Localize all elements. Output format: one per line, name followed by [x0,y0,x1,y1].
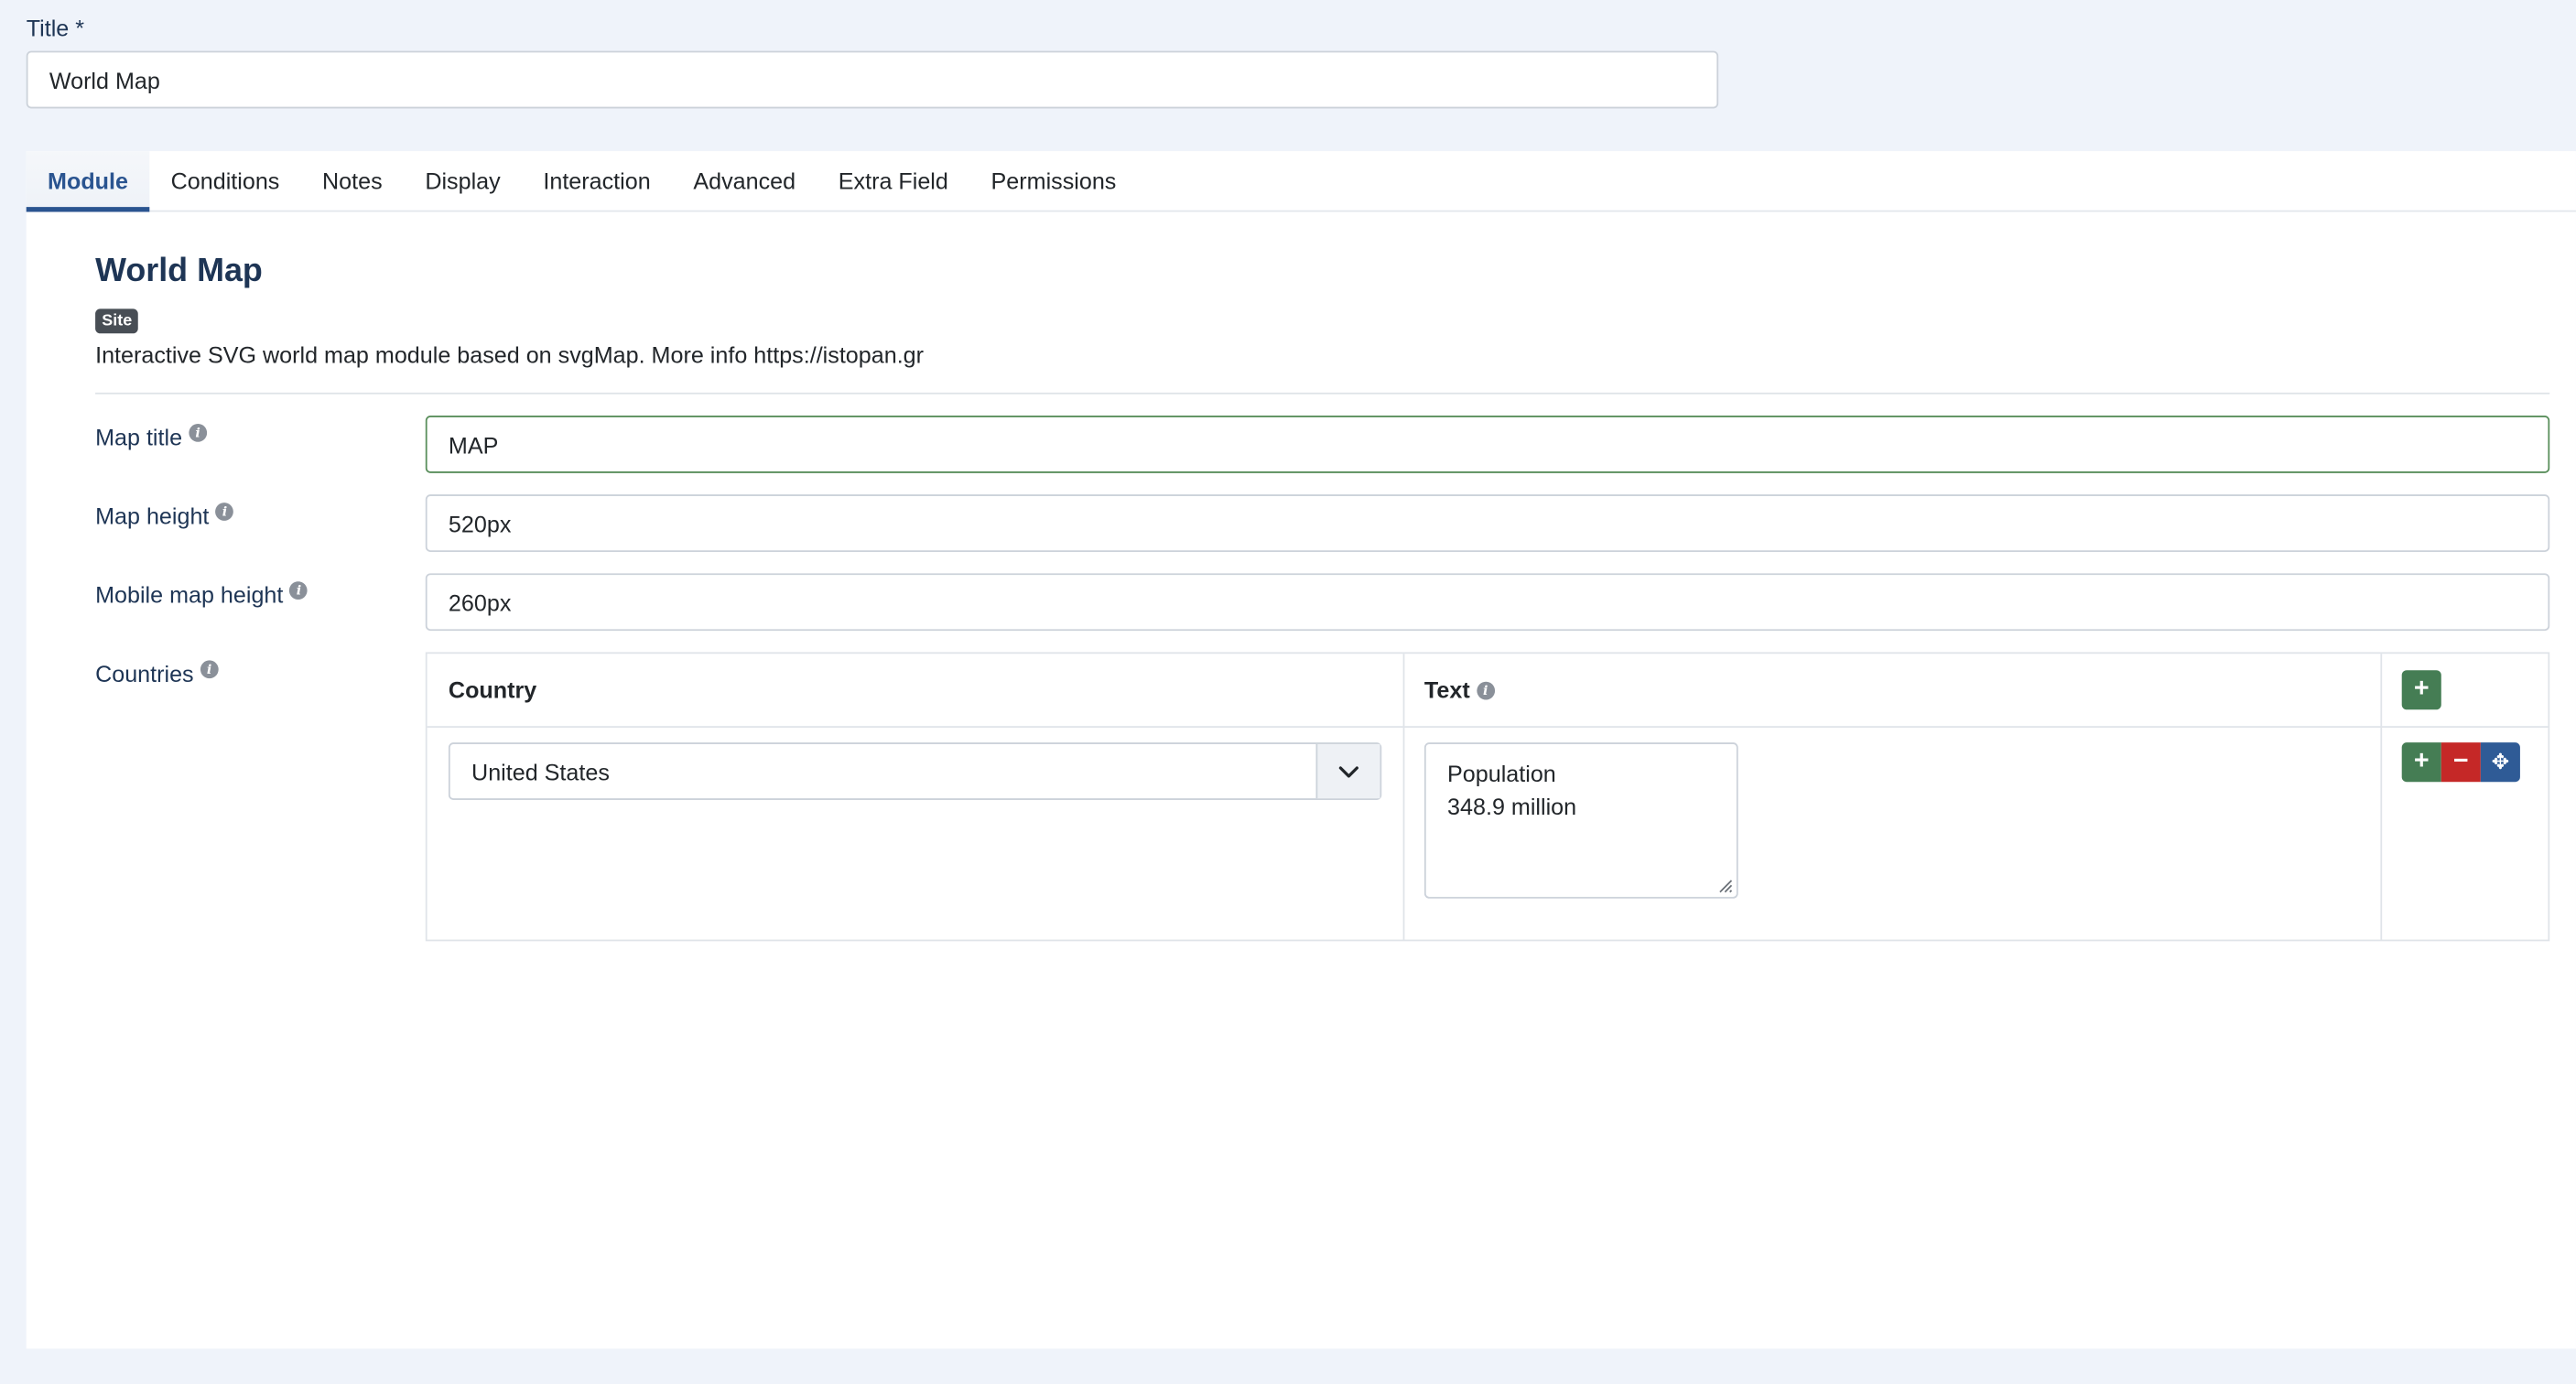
tab-conditions[interactable]: Conditions [149,151,300,211]
column-divider [2380,654,2383,940]
title-label: Title * [26,15,85,41]
textarea-content: Population 348.9 million [1447,760,1577,820]
minus-icon: − [2452,747,2469,776]
add-row-button[interactable]: + [2401,670,2441,710]
info-icon[interactable]: i [289,580,308,600]
add-after-button[interactable]: + [2401,742,2441,783]
chevron-down-icon[interactable] [1315,743,1380,799]
row-divider [427,726,2549,729]
page: Title * World Map Module Conditions Note… [0,0,2576,1384]
tab-display[interactable]: Display [404,151,522,211]
text-column-header: Text i [1424,654,1495,726]
plus-icon: + [2413,675,2430,704]
module-panel: Module Conditions Notes Display Interact… [26,151,2576,1349]
tab-advanced[interactable]: Advanced [672,151,817,211]
module-title: World Map [95,253,263,289]
tab-extra-field[interactable]: Extra Field [817,151,969,211]
tab-bar: Module Conditions Notes Display Interact… [26,151,2576,212]
resize-grip-icon[interactable] [1718,879,1733,893]
plus-icon: + [2413,747,2430,776]
country-text-textarea[interactable]: Population 348.9 million [1423,742,1738,899]
map-height-label-text: Map height [95,503,210,529]
countries-label-text: Countries [95,660,194,687]
tab-module[interactable]: Module [26,151,150,212]
move-row-button[interactable]: ✥ [2480,742,2520,783]
tab-interaction[interactable]: Interaction [522,151,672,211]
module-description: Interactive SVG world map module based o… [95,341,925,368]
mobile-map-height-input[interactable]: 260px [425,573,2550,632]
tab-notes[interactable]: Notes [301,151,404,211]
tab-permissions[interactable]: Permissions [969,151,1137,211]
map-title-label-text: Map title [95,424,183,450]
info-icon[interactable]: i [200,659,219,678]
column-divider [1402,654,1405,940]
info-icon[interactable]: i [1476,680,1495,699]
country-select[interactable]: United States [448,742,1382,800]
map-title-input[interactable]: MAP [425,416,2550,473]
map-height-input[interactable]: 520px [425,494,2550,552]
title-input[interactable]: World Map [26,50,1719,109]
country-column-header: Country [449,654,536,726]
remove-row-button[interactable]: − [2441,742,2481,783]
mobile-map-height-label-text: Mobile map height [95,581,284,609]
divider [95,392,2550,395]
site-badge: Site [95,308,139,334]
info-icon[interactable]: i [189,423,207,441]
move-icon: ✥ [2491,749,2510,774]
mobile-map-height-label: Mobile map height i [95,580,308,609]
country-select-value: United States [471,758,610,784]
country-header-text: Country [448,676,537,704]
map-title-label: Map title i [95,423,207,450]
countries-label: Countries i [95,659,219,687]
info-icon[interactable]: i [215,502,234,520]
map-height-label: Map height i [95,502,234,529]
text-header-text: Text [1423,676,1470,704]
countries-subform: Country Text i + United States Populatio… [425,652,2550,942]
